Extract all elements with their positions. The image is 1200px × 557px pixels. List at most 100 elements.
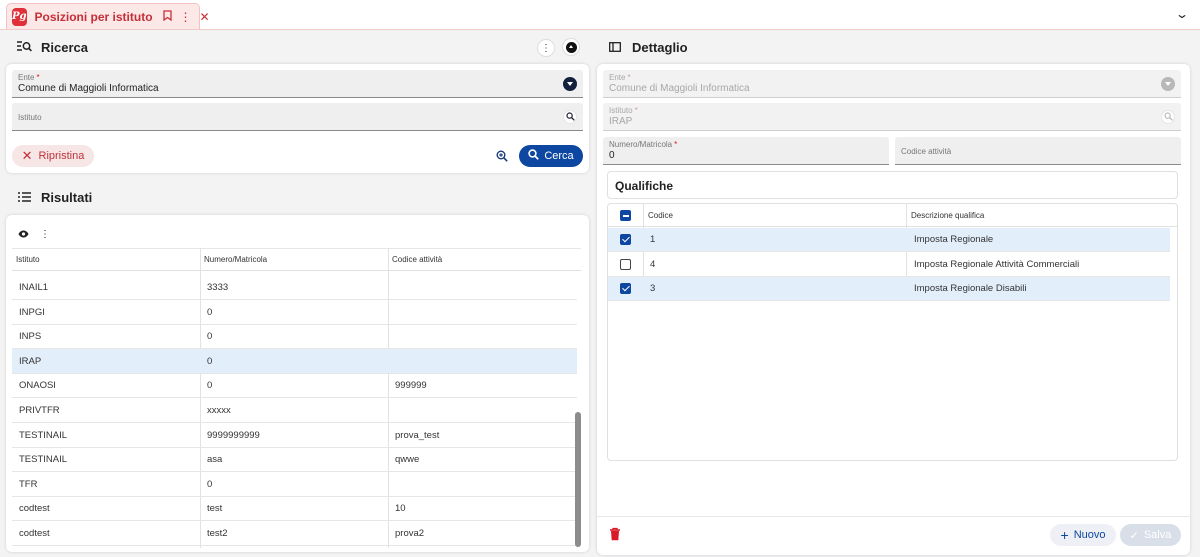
cell-matricola: 0	[207, 306, 213, 318]
cerca-button[interactable]: Cerca	[519, 145, 583, 167]
column-header-matricola[interactable]: Numero/Matricola	[204, 255, 267, 264]
cell-matricola: asa	[207, 454, 223, 466]
close-icon[interactable]: ✕	[200, 11, 210, 23]
cell-matricola: test2	[207, 528, 228, 539]
column-header-descrizione[interactable]: Descrizione qualifica	[911, 211, 984, 220]
dettaglio-istituto-value: IRAP	[609, 116, 633, 127]
collapse-ricerca-button[interactable]	[562, 38, 580, 56]
cell-codice-attivita: prova2	[395, 528, 425, 539]
cell-descrizione: Imposta Regionale Disabili	[914, 283, 1027, 294]
dropdown-icon[interactable]	[563, 76, 577, 91]
workspace: Ricerca ⋮ Ente * Comune di Maggioli Infor…	[0, 30, 1200, 557]
zoom-in-icon[interactable]	[493, 147, 511, 165]
panel-icon	[608, 40, 622, 55]
dettaglio-ente-value: Comune di Maggioli Informatica	[609, 83, 750, 94]
cerca-label: Cerca	[544, 150, 574, 162]
bookmark-icon[interactable]	[162, 10, 172, 23]
delete-icon[interactable]	[609, 527, 621, 541]
tab-title: Posizioni per istituto	[34, 9, 153, 24]
cell-codice-attivita: qwwe	[395, 454, 420, 466]
salva-label: Salva	[1143, 529, 1172, 541]
column-header-codice[interactable]: Codice	[648, 211, 673, 220]
codice-attivita-placeholder: Codice attività	[901, 147, 952, 156]
search-icon	[528, 149, 540, 163]
ricerca-title: Ricerca	[41, 40, 88, 55]
close-icon: ✕	[21, 148, 33, 163]
dettaglio-istituto-field: Istituto * IRAP	[603, 103, 1181, 131]
matricola-label: Numero/Matricola *	[609, 140, 678, 149]
table-row[interactable]: INPS 0	[12, 324, 577, 350]
row-checkbox[interactable]	[620, 258, 631, 270]
nuovo-button[interactable]: + Nuovo	[1050, 524, 1116, 546]
cell-matricola: 0	[207, 355, 213, 367]
codice-attivita-field[interactable]: Codice attività	[895, 137, 1181, 165]
tab-bar: Pg Posizioni per istituto ⋮ ✕ ⌄	[0, 0, 1200, 30]
cell-istituto: INPGI	[19, 306, 45, 318]
table-row[interactable]: INAIL1 3333	[12, 275, 577, 300]
cell-istituto: INPS	[19, 331, 42, 343]
cell-matricola: 0	[207, 380, 213, 392]
cell-matricola: xxxxx	[207, 405, 231, 416]
risultati-header: Risultati	[17, 190, 92, 205]
row-checkbox[interactable]	[620, 283, 631, 294]
qualifiche-table-header: Codice Descrizione qualifica	[608, 204, 1177, 227]
table-row[interactable]: codtest test 10	[12, 496, 577, 522]
dettaglio-ente-field: Ente * Comune di Maggioli Informatica	[603, 70, 1181, 98]
dropdown-icon	[1161, 76, 1175, 91]
table-row[interactable]: ONAOSI 0 999999	[12, 373, 577, 399]
table-row[interactable]: TESTINAIL 9999999999 prova_test	[12, 423, 577, 448]
cell-matricola: 9999999999	[207, 429, 260, 441]
cell-istituto: INAIL1	[19, 282, 49, 293]
matricola-field[interactable]: Numero/Matricola * 0	[603, 137, 889, 165]
cell-matricola: 0	[207, 331, 213, 343]
cell-codice: 4	[650, 258, 656, 270]
cell-matricola: test	[207, 503, 223, 515]
cell-codice-attivita: 999999	[395, 380, 427, 392]
more-vert-icon[interactable]: ⋮	[40, 229, 50, 240]
more-vert-icon[interactable]: ⋮	[180, 11, 192, 23]
qualifica-row[interactable]: 1 Imposta Regionale	[608, 228, 1170, 252]
qualifiche-title: Qualifiche	[607, 171, 1178, 199]
ente-field[interactable]: Ente * Comune di Maggioli Informatica	[12, 70, 583, 98]
search-icon	[1161, 109, 1175, 124]
scrollbar-thumb[interactable]	[575, 412, 581, 547]
table-row[interactable]: PRIVTFR xxxxx	[12, 398, 577, 423]
dettaglio-title: Dettaglio	[632, 40, 688, 55]
cell-matricola: 0	[207, 478, 213, 490]
qualifiche-table: Codice Descrizione qualifica 1 Imposta Re…	[607, 203, 1178, 461]
qualifica-row[interactable]: 3 Imposta Regionale Disabili	[608, 277, 1170, 301]
column-header-codice-attivita[interactable]: Codice attività	[392, 255, 442, 264]
table-row[interactable]: IRAP 0	[12, 348, 577, 374]
cell-istituto: IRAP	[19, 355, 42, 367]
cell-istituto: ONAOSI	[19, 380, 56, 392]
nuovo-label: Nuovo	[1073, 529, 1106, 541]
table-row[interactable]: codtest test2 prova2	[12, 521, 577, 546]
ripristina-label: Ripristina	[38, 150, 85, 162]
table-row[interactable]: TESTINAIL asa qwwe	[12, 447, 577, 473]
row-checkbox[interactable]	[620, 234, 631, 245]
dettaglio-ente-label: Ente *	[609, 73, 631, 82]
table-row[interactable]: TFR 0	[12, 472, 577, 497]
ente-label: Ente *	[18, 73, 40, 82]
ricerca-more-button[interactable]: ⋮	[537, 39, 555, 57]
search-icon[interactable]	[563, 109, 577, 124]
column-header-istituto[interactable]: Istituto	[16, 255, 40, 264]
cell-istituto: codtest	[19, 528, 50, 539]
eye-icon[interactable]	[18, 230, 29, 241]
salva-button[interactable]: ✓ Salva	[1120, 524, 1181, 546]
cell-istituto: TFR	[19, 478, 38, 490]
select-all-checkbox[interactable]	[620, 210, 631, 221]
dettaglio-istituto-label: Istituto *	[609, 106, 638, 115]
dettaglio-header: Dettaglio	[608, 40, 688, 55]
istituto-search-field[interactable]: Istituto	[12, 103, 583, 131]
chevron-down-icon[interactable]: ⌄	[1175, 7, 1189, 21]
cell-descrizione: Imposta Regionale	[914, 234, 994, 245]
qualifica-row[interactable]: 4 Imposta Regionale Attività Commerciali	[608, 253, 1170, 277]
dettaglio-footer-divider	[597, 516, 1190, 517]
collapse-icon	[565, 41, 577, 53]
table-row[interactable]: INPGI 0	[12, 300, 577, 325]
istituto-placeholder: Istituto	[18, 113, 42, 122]
ripristina-button[interactable]: ✕ Ripristina	[12, 145, 94, 167]
tab-posizioni-per-istituto[interactable]: Pg Posizioni per istituto ⋮ ✕	[6, 3, 210, 29]
plus-icon: +	[1060, 527, 1069, 543]
